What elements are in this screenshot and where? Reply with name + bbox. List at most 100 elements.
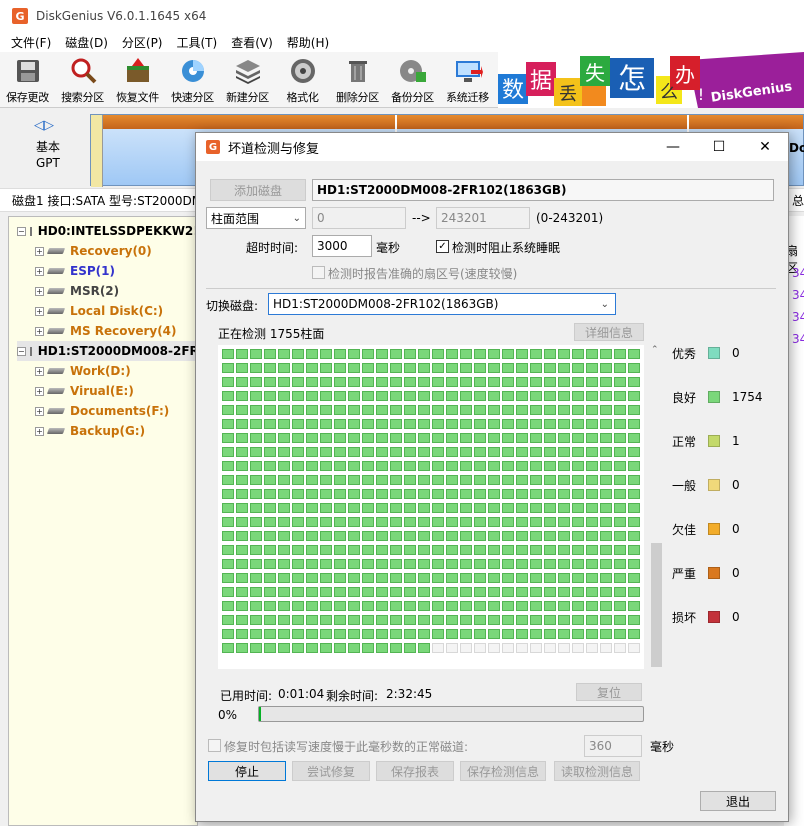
cylinder-block-good (544, 517, 556, 527)
cylinder-block-good (362, 643, 374, 653)
cylinder-block-good (474, 461, 486, 471)
toolbar-button[interactable]: 格式化 (275, 52, 330, 108)
cylinder-block-good (544, 531, 556, 541)
range-start-input[interactable]: 0 (312, 207, 406, 229)
cylinder-block-good (460, 433, 472, 443)
menu-item[interactable]: 分区(P) (115, 34, 170, 51)
toolbar-button[interactable]: 搜索分区 (55, 52, 110, 108)
tree-partition-node[interactable]: + Local Disk(C:) (35, 301, 197, 321)
cylinder-block-good (446, 391, 458, 401)
scroll-up-icon[interactable]: ⌃ (651, 345, 659, 355)
cylinder-block-good (418, 559, 430, 569)
cylinder-block-good (628, 363, 640, 373)
tree-partition-node[interactable]: + Recovery(0) (35, 241, 197, 261)
cylinder-block-good (306, 643, 318, 653)
cylinder-block-good (530, 587, 542, 597)
cylinder-block-good (376, 629, 388, 639)
maximize-button[interactable]: ☐ (696, 133, 742, 161)
range-type-select[interactable]: 柱面范围 ⌄ (206, 207, 306, 229)
cylinder-block-good (572, 377, 584, 387)
expand-icon[interactable]: + (35, 286, 44, 296)
collapse-icon[interactable]: − (17, 226, 26, 236)
close-button[interactable]: ✕ (742, 133, 788, 161)
reset-button[interactable]: 复位 (576, 683, 642, 701)
cylinder-block-good (264, 405, 276, 415)
cylinder-block-good (530, 545, 542, 555)
toolbar-button[interactable]: 删除分区 (330, 52, 385, 108)
toolbar-button[interactable]: 新建分区 (220, 52, 275, 108)
tree-partition-node[interactable]: + Documents(F:) (35, 401, 197, 421)
report-sector-checkbox[interactable] (312, 266, 325, 279)
toolbar-button[interactable]: 快速分区 (165, 52, 220, 108)
tree-partition-node[interactable]: + Work(D:) (35, 361, 197, 381)
cylinder-block-good (432, 615, 444, 625)
tree-partition-node[interactable]: + ESP(1) (35, 261, 197, 281)
expand-icon[interactable]: + (35, 266, 44, 276)
toolbar-button[interactable]: 备份分区 (385, 52, 440, 108)
expand-icon[interactable]: + (35, 426, 44, 436)
disk-nav-arrows[interactable]: ◁▷ (34, 118, 54, 133)
timeout-input[interactable]: 3000 (312, 235, 372, 257)
expand-icon[interactable]: + (35, 326, 44, 336)
tree-partition-node[interactable]: + Backup(G:) (35, 421, 197, 441)
expand-icon[interactable]: + (35, 386, 44, 396)
expand-icon[interactable]: + (35, 246, 44, 256)
legend-swatch (708, 611, 720, 623)
expand-icon[interactable]: + (35, 366, 44, 376)
stop-button[interactable]: 停止 (208, 761, 286, 781)
cylinder-block-good (432, 475, 444, 485)
legend-count: 1 (732, 434, 740, 448)
scrollbar-thumb[interactable] (651, 543, 662, 667)
minimize-button[interactable]: — (650, 133, 696, 161)
grid-scrollbar[interactable]: ⌃ (648, 341, 664, 671)
details-button[interactable]: 详细信息 (574, 323, 644, 341)
menu-item[interactable]: 查看(V) (224, 34, 280, 51)
cylinder-block-good (432, 349, 444, 359)
range-end-input[interactable]: 243201 (436, 207, 530, 229)
expand-icon[interactable]: + (35, 406, 44, 416)
legend-count: 0 (732, 522, 740, 536)
toolbar-button[interactable]: 保存更改 (0, 52, 55, 108)
read-scan-info-button[interactable]: 读取检测信息 (554, 761, 640, 781)
save-report-button[interactable]: 保存报表 (376, 761, 454, 781)
save-scan-info-button[interactable]: 保存检测信息 (460, 761, 546, 781)
menu-item[interactable]: 帮助(H) (280, 34, 336, 51)
cylinder-block-good (236, 615, 248, 625)
try-repair-button[interactable]: 尝试修复 (292, 761, 370, 781)
menu-item[interactable]: 文件(F) (4, 34, 58, 51)
tree-partition-node[interactable]: + MS Recovery(4) (35, 321, 197, 341)
exit-button[interactable]: 退出 (700, 791, 776, 811)
add-disk-button[interactable]: 添加磁盘 (210, 179, 306, 201)
tree-disk-node[interactable]: − HD1:ST2000DM008-2FR (17, 341, 199, 361)
expand-icon[interactable]: + (35, 306, 44, 316)
prevent-sleep-checkbox[interactable]: ✓ (436, 240, 449, 253)
tree-partition-node[interactable]: + Virual(E:) (35, 381, 197, 401)
switch-disk-select[interactable]: HD1:ST2000DM008-2FR102(1863GB) ⌄ (268, 293, 616, 315)
cylinder-block-good (292, 489, 304, 499)
timeout-unit: 毫秒 (376, 241, 401, 255)
tree-disk-node[interactable]: − HD0:INTELSSDPEKKW2! (17, 221, 199, 241)
tree-partition-node[interactable]: + MSR(2) (35, 281, 197, 301)
menu-item[interactable]: 工具(T) (170, 34, 225, 51)
partition-map-selected[interactable] (91, 115, 103, 187)
cylinder-block-pending (516, 643, 528, 653)
cylinder-block-good (544, 503, 556, 513)
cylinder-block-good (390, 643, 402, 653)
toolbar-button[interactable]: 系统迁移 (440, 52, 495, 108)
cylinder-block-good (572, 531, 584, 541)
cylinder-block-good (250, 615, 262, 625)
toolbar-button[interactable]: 恢复文件 (110, 52, 165, 108)
repair-slow-input[interactable]: 360 (584, 735, 642, 757)
cylinder-block-good (502, 377, 514, 387)
cylinder-block-good (250, 587, 262, 597)
cylinder-block-good (446, 615, 458, 625)
cylinder-block-good (278, 531, 290, 541)
cylinder-block-good (362, 461, 374, 471)
cylinder-block-good (614, 447, 626, 457)
repair-slow-checkbox[interactable] (208, 739, 221, 752)
menu-item[interactable]: 磁盘(D) (58, 34, 115, 51)
collapse-icon[interactable]: − (17, 346, 26, 356)
cylinder-block-good (418, 587, 430, 597)
ad-banner[interactable]: 数 据 丢 失 怎 么 办 ! DiskGenius (498, 52, 804, 108)
cylinder-block-good (614, 405, 626, 415)
